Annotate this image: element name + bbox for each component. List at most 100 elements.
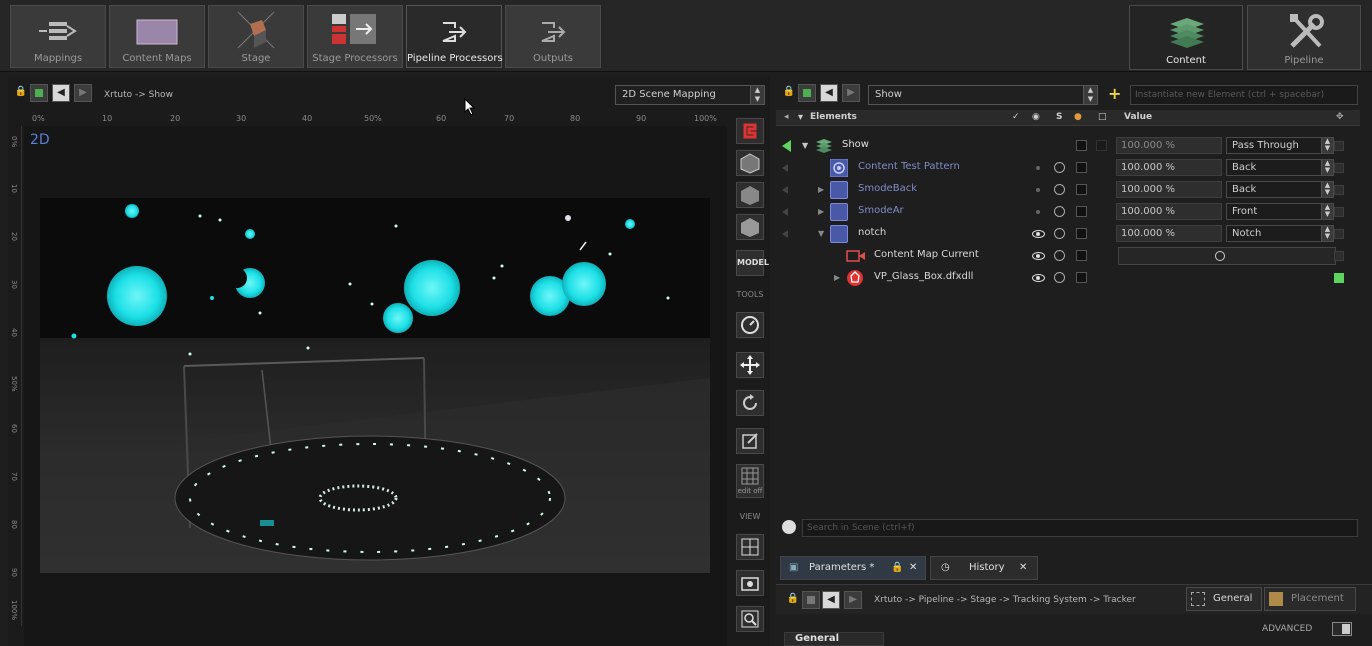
scene-search-input[interactable]: Search in Scene (ctrl+f) xyxy=(802,519,1358,537)
record-toggle-icon[interactable] xyxy=(30,84,48,102)
visibility-dot[interactable] xyxy=(1036,166,1040,170)
forward-arrow-icon[interactable]: ▶ xyxy=(842,84,860,102)
eye-icon[interactable] xyxy=(1032,230,1045,238)
forward-arrow-icon[interactable]: ▶ xyxy=(844,591,862,609)
eye-icon[interactable] xyxy=(1032,252,1045,260)
row-color-swatch[interactable] xyxy=(1334,207,1344,217)
header-settings-icon[interactable]: ✥ xyxy=(1336,112,1344,122)
lock-checkbox[interactable] xyxy=(1076,250,1087,261)
blend-mode-select[interactable]: Front ▲ ▼ xyxy=(1226,203,1334,220)
back-arrow-icon[interactable]: ◀ xyxy=(822,591,840,609)
model-button[interactable]: MODEL xyxy=(736,250,769,276)
header-expand-icon[interactable]: ▾ xyxy=(798,112,803,123)
visibility-dot[interactable] xyxy=(1036,210,1040,214)
tab-history[interactable]: ◷ History ✕ xyxy=(930,556,1038,580)
camera-view-button[interactable] xyxy=(736,570,764,596)
rotate-tool-button[interactable] xyxy=(736,390,764,416)
blend-mode-select[interactable]: Pass Through ▲ ▼ xyxy=(1226,137,1334,154)
magnet-snap-button[interactable] xyxy=(736,118,764,144)
lock-icon[interactable]: 🔒 xyxy=(780,84,798,102)
lock-checkbox[interactable] xyxy=(1076,206,1087,217)
solo-toggle[interactable] xyxy=(1054,162,1065,173)
tab-stage[interactable]: Stage xyxy=(208,5,304,68)
scene-viewport[interactable]: 2D xyxy=(24,126,727,646)
visibility-dot[interactable] xyxy=(1036,188,1040,192)
tab-content-maps[interactable]: Content Maps xyxy=(109,5,205,68)
opacity-field[interactable]: 100.000 % xyxy=(1116,181,1222,198)
row-color-swatch[interactable] xyxy=(1334,185,1344,195)
tab-mappings[interactable]: Mappings xyxy=(10,5,106,68)
show-select[interactable]: Show ▲ ▼ xyxy=(868,85,1098,105)
expand-arrow-icon[interactable]: ▶ xyxy=(818,185,824,194)
subtab-general[interactable]: General xyxy=(1186,587,1262,611)
perspective-cube-button[interactable] xyxy=(736,150,764,176)
record-toggle-icon[interactable] xyxy=(802,591,820,609)
element-row-show[interactable]: ▼ Show 100.000 % Pass Through ▲ ▼ xyxy=(776,135,1360,157)
move-tool-button[interactable] xyxy=(736,352,764,378)
record-toggle-icon[interactable] xyxy=(798,84,816,102)
tab-outputs[interactable]: Outputs xyxy=(505,5,601,68)
row-color-swatch[interactable] xyxy=(1334,273,1344,283)
content-map-slot[interactable] xyxy=(1118,247,1336,265)
forward-arrow-icon[interactable]: ▶ xyxy=(74,84,92,102)
lock-checkbox[interactable] xyxy=(1096,140,1107,151)
tab-stage-processors[interactable]: Stage Processors xyxy=(307,5,403,68)
element-row-smodear[interactable]: ▶ SmodeAr 100.000 % Front ▲ ▼ xyxy=(776,201,1360,223)
edit-tool-button[interactable] xyxy=(736,428,764,454)
cube-solid-button[interactable] xyxy=(736,214,764,240)
solo-toggle[interactable] xyxy=(1054,228,1065,239)
expand-arrow-icon[interactable]: ▼ xyxy=(802,141,808,150)
blend-mode-select[interactable]: Back ▲ ▼ xyxy=(1226,159,1334,176)
general-section-header[interactable]: General xyxy=(784,632,884,646)
lock-checkbox[interactable] xyxy=(1076,228,1087,239)
pin-icon[interactable] xyxy=(782,164,788,172)
blend-mode-select[interactable]: Notch ▲ ▼ xyxy=(1226,225,1334,242)
advanced-toggle[interactable] xyxy=(1332,622,1352,636)
solo-toggle[interactable] xyxy=(1054,206,1065,217)
row-color-swatch[interactable] xyxy=(1334,163,1344,173)
lock-icon[interactable]: 🔒 xyxy=(784,591,802,609)
tab-pipeline[interactable]: Pipeline xyxy=(1247,5,1361,70)
new-element-input[interactable]: Instantiate new Element (ctrl + spacebar… xyxy=(1130,85,1358,105)
element-row-content-test-pattern[interactable]: Content Test Pattern 100.000 % Back ▲ ▼ xyxy=(776,157,1360,179)
expand-arrow-icon[interactable]: ▶ xyxy=(818,207,824,216)
cube-view-button[interactable] xyxy=(736,182,764,208)
element-row-notch[interactable]: ▼ notch 100.000 % Notch ▲ ▼ xyxy=(776,223,1360,245)
header-pin-icon[interactable]: ◂ xyxy=(784,112,789,122)
row-color-swatch[interactable] xyxy=(1334,141,1344,151)
lock-checkbox[interactable] xyxy=(1076,272,1087,283)
tab-lock-icon[interactable]: 🔒 xyxy=(891,557,903,579)
opacity-field[interactable]: 100.000 % xyxy=(1116,137,1222,154)
solo-checkbox[interactable] xyxy=(1076,140,1087,151)
opacity-field[interactable]: 100.000 % xyxy=(1116,203,1222,220)
lock-checkbox[interactable] xyxy=(1076,184,1087,195)
pin-icon[interactable] xyxy=(782,186,788,194)
eye-icon[interactable] xyxy=(1032,274,1045,282)
opacity-field[interactable]: 100.000 % xyxy=(1116,225,1222,242)
back-arrow-icon[interactable]: ◀ xyxy=(52,84,70,102)
opacity-field[interactable]: 100.000 % xyxy=(1116,159,1222,176)
blend-mode-select[interactable]: Back ▲ ▼ xyxy=(1226,181,1334,198)
row-color-swatch[interactable] xyxy=(1334,229,1344,239)
expand-arrow-icon[interactable]: ▶ xyxy=(834,273,840,282)
tab-pipeline-processors[interactable]: Pipeline Processors xyxy=(406,5,503,68)
speed-tool-button[interactable] xyxy=(736,312,764,338)
element-row-content-map-current[interactable]: Content Map Current xyxy=(776,245,1360,267)
edit-off-button[interactable]: edit off xyxy=(736,464,764,498)
element-row-vp-glass-box[interactable]: ▶ VP_Glass_Box.dfxdll xyxy=(776,267,1360,289)
pin-icon[interactable] xyxy=(782,230,788,238)
close-icon[interactable]: ✕ xyxy=(909,557,917,579)
solo-toggle[interactable] xyxy=(1054,250,1065,261)
subtab-placement[interactable]: Placement xyxy=(1264,587,1356,611)
active-pin-icon[interactable] xyxy=(782,140,791,152)
zoom-view-button[interactable] xyxy=(736,606,764,632)
lock-icon[interactable]: 🔒 xyxy=(12,84,30,102)
element-row-smodeback[interactable]: ▶ SmodeBack 100.000 % Back ▲ ▼ xyxy=(776,179,1360,201)
solo-toggle[interactable] xyxy=(1054,272,1065,283)
grid-view-button[interactable] xyxy=(736,534,764,560)
tab-parameters[interactable]: ▣ Parameters * 🔒 ✕ xyxy=(780,556,926,580)
close-icon[interactable]: ✕ xyxy=(1019,557,1027,579)
add-element-icon[interactable]: + xyxy=(1108,86,1121,102)
expand-arrow-icon[interactable]: ▼ xyxy=(818,229,824,238)
mapping-select[interactable]: 2D Scene Mapping ▲ ▼ xyxy=(615,85,765,105)
